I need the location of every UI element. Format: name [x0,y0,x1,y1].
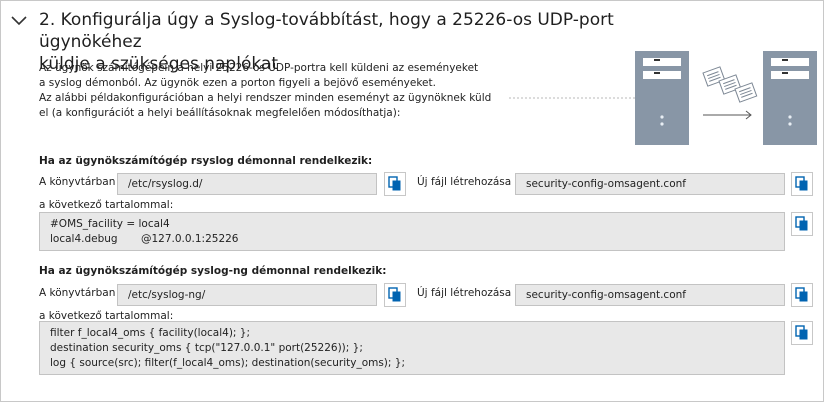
syslog-ng-heading: Ha az ügynökszámítógép syslog-ng démonna… [39,265,387,277]
rsyslog-content-line: #OMS_facility = local4 [50,218,170,230]
copy-icon [388,176,401,191]
syslog-ng-file-field[interactable]: security-config-omsagent.conf [515,284,785,306]
syslog-ng-content-line: filter f_local4_oms { facility(local4); … [50,327,251,339]
syslog-forwarding-illustration [501,45,821,145]
rsyslog-content-box[interactable]: #OMS_facility = local4 local4.debug @127… [39,212,785,251]
syslog-ng-file-copy-button[interactable] [791,283,813,307]
step-panel: 2. Konfigurálja úgy a Syslog-továbbítást… [0,0,824,402]
syslog-ng-content-box[interactable]: filter f_local4_oms { facility(local4); … [39,321,785,375]
copy-icon [795,287,808,302]
rsyslog-heading: Ha az ügynökszámítógép rsyslog démonnal … [39,155,373,167]
description-line: a syslog démonból. Az ügynök ezen a port… [39,77,436,89]
log-documents-icon [702,66,758,103]
copy-icon [795,216,808,231]
copy-icon [795,325,808,340]
rsyslog-dir-field[interactable]: /etc/rsyslog.d/ [117,173,377,195]
description-line: el (a konfigurációt a helyi beállításokn… [39,107,401,119]
rsyslog-file-copy-button[interactable] [791,172,813,196]
rsyslog-content-copy-button[interactable] [791,212,813,236]
copy-icon [795,176,808,191]
server-tower-icon [635,51,689,145]
server-tower-icon [763,51,817,145]
rsyslog-dir-label: A könyvtárban [39,176,116,188]
rsyslog-file-label: Új fájl létrehozása [417,176,512,188]
syslog-ng-content-copy-button[interactable] [791,321,813,345]
description-line: Az ügynök számítógépein a helyi 25226-os… [39,62,479,74]
syslog-ng-dir-label: A könyvtárban [39,287,116,299]
step-description: Az ügynök számítógépein a helyi 25226-os… [39,61,499,121]
syslog-ng-content-line: destination security_oms { tcp("127.0.0.… [50,342,363,354]
description-line: Az alábbi példakonfigurációban a helyi r… [39,92,492,104]
rsyslog-content-line: local4.debug @127.0.0.1:25226 [50,233,239,245]
syslog-ng-dir-copy-button[interactable] [384,283,406,307]
copy-icon [388,287,401,302]
rsyslog-file-field[interactable]: security-config-omsagent.conf [515,173,785,195]
syslog-ng-dir-field[interactable]: /etc/syslog-ng/ [117,284,377,306]
chevron-down-icon[interactable] [9,11,29,31]
syslog-ng-content-line: log { source(src); filter(f_local4_oms);… [50,357,406,369]
rsyslog-content-label: a következő tartalommal: [39,199,174,211]
syslog-ng-file-label: Új fájl létrehozása [417,287,512,299]
rsyslog-dir-copy-button[interactable] [384,172,406,196]
